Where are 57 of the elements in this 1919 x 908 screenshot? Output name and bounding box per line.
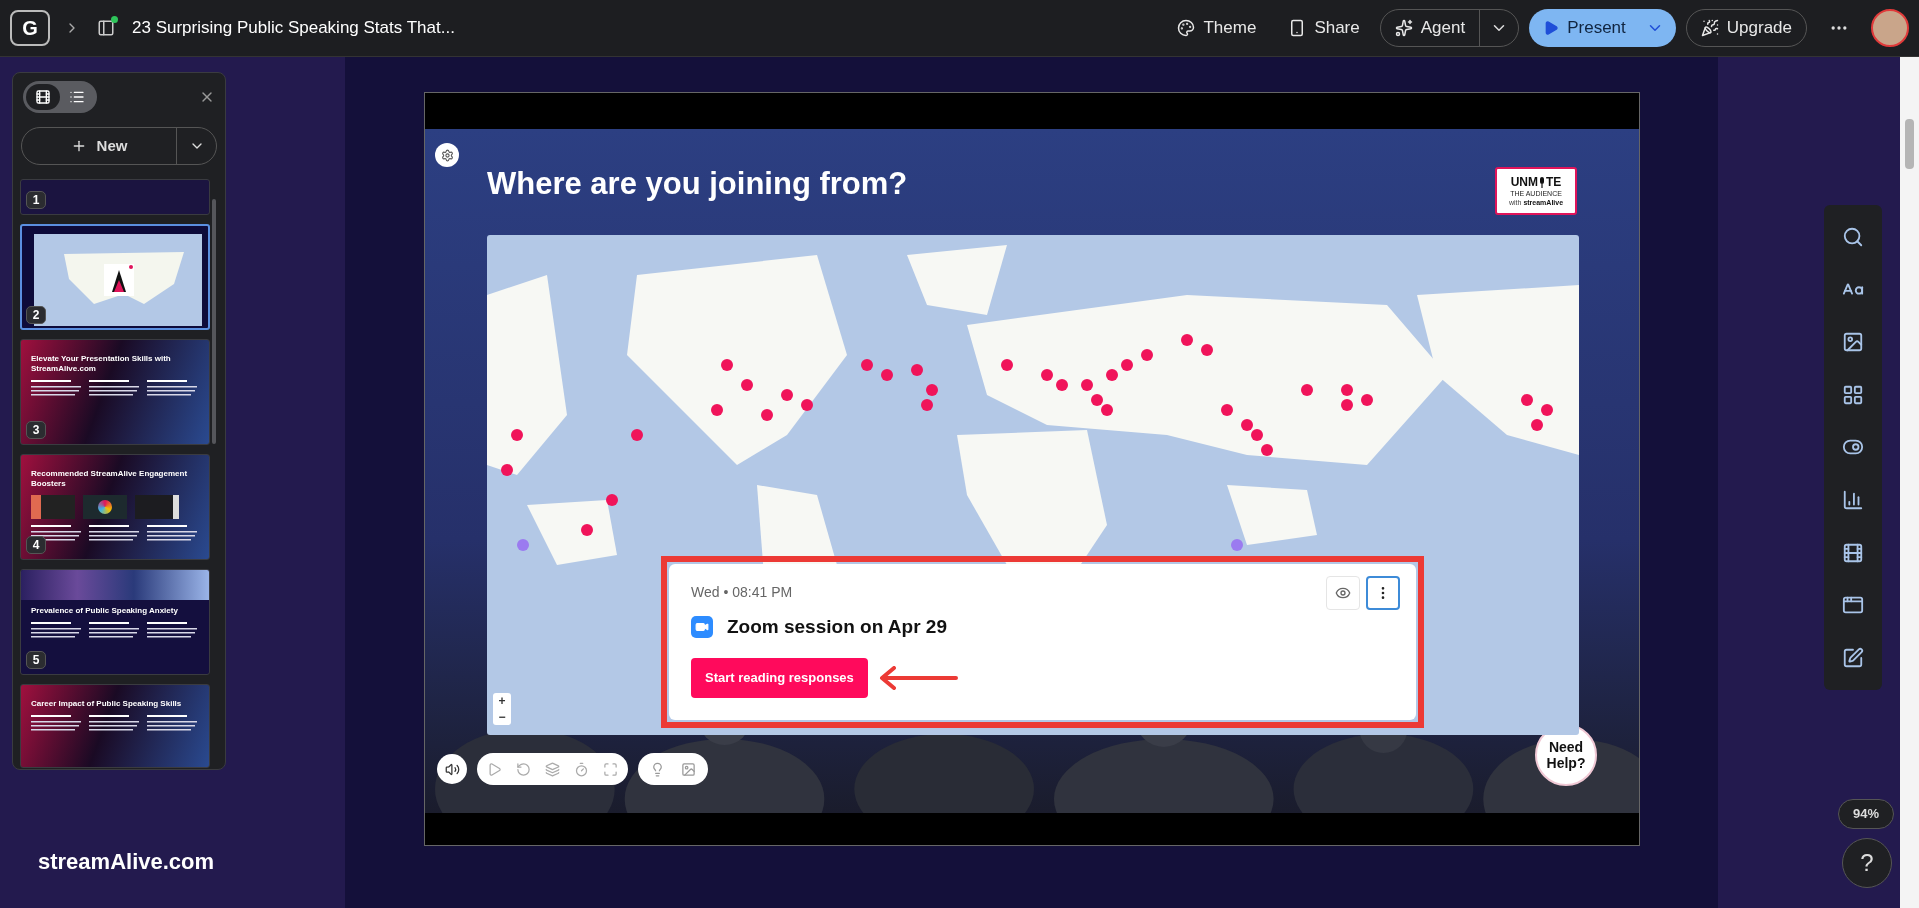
present-button[interactable]: Present <box>1529 9 1640 47</box>
list-icon <box>69 89 85 105</box>
agent-button[interactable]: Agent <box>1380 10 1480 46</box>
scrollbar[interactable] <box>1900 57 1919 908</box>
slide-thumbnail[interactable] <box>20 179 210 215</box>
app-logo[interactable]: G <box>10 10 50 46</box>
preview-button[interactable] <box>1326 576 1360 610</box>
topbar-action-button[interactable]: Theme <box>1165 10 1269 46</box>
palette-icon <box>1177 19 1196 37</box>
zoom-level: 94% <box>1838 799 1894 829</box>
party-popper-icon <box>1700 19 1719 37</box>
screen-thumbnail-drawing <box>31 495 75 519</box>
slide-title: Where are you joining from? <box>487 165 908 203</box>
gear-icon <box>440 148 454 162</box>
more-options-button[interactable] <box>1366 576 1400 610</box>
film-icon[interactable] <box>1842 541 1864 564</box>
microphone-icon <box>1538 176 1546 188</box>
thumbnail-title: Career Impact of Public Speaking Skills <box>31 699 183 709</box>
brand-logo: streamAlive.com <box>38 848 215 876</box>
slide-number: 3 <box>26 421 46 439</box>
eye-icon <box>1335 585 1351 601</box>
slide-number: 2 <box>26 306 46 324</box>
thumbnail-title: Elevate Your Presentation Skills with StreamAlive.com <box>31 354 172 374</box>
bar-chart-icon[interactable] <box>1842 489 1864 511</box>
badge-word: TE <box>1546 176 1562 188</box>
scrollbar[interactable] <box>212 199 216 444</box>
thumbnail-title: Prevalence of Public Speaking Anxiety <box>31 606 179 616</box>
pen-edit-icon[interactable] <box>1842 646 1864 669</box>
image-icon[interactable] <box>1842 331 1864 354</box>
film-icon <box>35 89 51 105</box>
lightbulb-icon[interactable] <box>650 761 665 777</box>
help-button[interactable]: ? <box>1842 838 1892 888</box>
slide-thumbnail[interactable] <box>20 224 210 330</box>
slide-thumbnail[interactable]: Career Impact of Public Speaking Skills <box>20 684 210 768</box>
play-icon <box>1543 20 1560 36</box>
thumbnail-title: Recommended StreamAlive Engagement Boosters <box>31 469 189 489</box>
session-title: Zoom session on Apr 29 <box>727 615 947 639</box>
sparkles-icon <box>1394 19 1413 37</box>
new-slide-button[interactable]: New <box>22 128 176 164</box>
slide-number: 5 <box>26 651 46 669</box>
speaker-icon <box>444 761 460 777</box>
badge-word: UNM <box>1510 176 1538 188</box>
zoom-in-button[interactable]: + <box>493 693 511 709</box>
screen-thumbnail-drawing <box>135 495 179 519</box>
document-title: 23 Surprising Public Speaking Stats That... <box>132 17 455 40</box>
topbar-action-button[interactable]: Share <box>1276 10 1372 46</box>
start-reading-button[interactable]: Start reading responses <box>691 657 868 698</box>
sidebar-icon <box>97 19 115 37</box>
wheel-thumbnail-drawing <box>83 495 127 519</box>
zoom-out-button[interactable]: − <box>493 709 511 725</box>
session-time: Wed • 08:41 PM <box>691 583 793 602</box>
video-camera-icon <box>691 616 713 639</box>
slide-number: 1 <box>26 191 46 209</box>
slide-number: 4 <box>26 536 46 554</box>
search-icon[interactable] <box>1842 226 1864 249</box>
user-avatar[interactable] <box>1871 9 1909 47</box>
view-toggle[interactable] <box>26 84 60 110</box>
